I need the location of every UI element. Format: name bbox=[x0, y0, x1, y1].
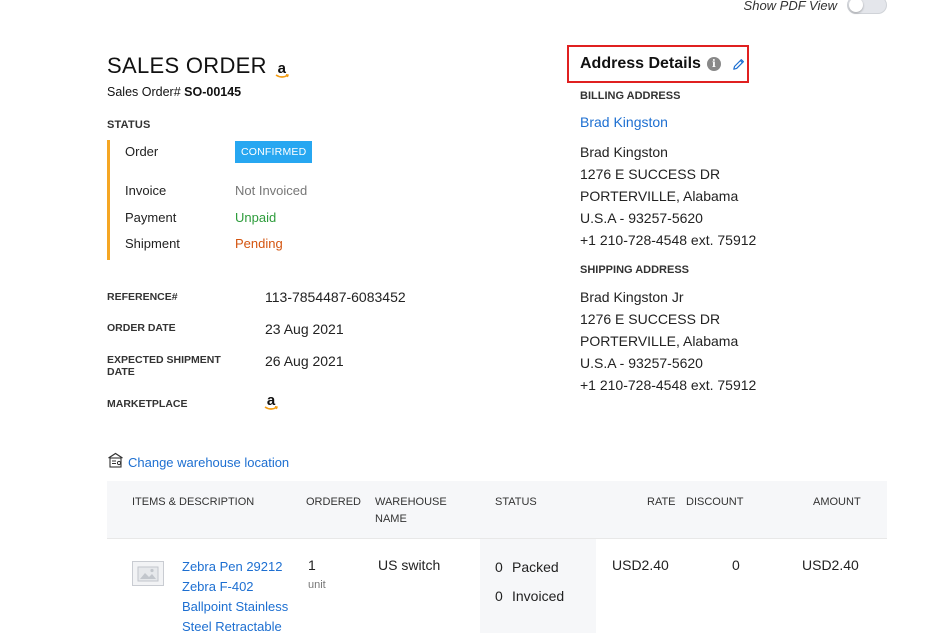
amount-value: USD2.40 bbox=[802, 557, 859, 573]
shipping-line: Brad Kingston Jr bbox=[580, 289, 684, 305]
status-order-label: Order bbox=[125, 144, 159, 159]
shipping-address-block: Brad Kingston Jr 1276 E SUCCESS DR PORTE… bbox=[580, 286, 756, 396]
packed-count: 0 bbox=[495, 559, 503, 575]
billing-address-label: BILLING ADDRESS bbox=[580, 90, 681, 102]
item-name-link[interactable]: Zebra Pen 29212 Zebra F-402 Ballpoint St… bbox=[182, 557, 288, 633]
table-header: ITEMS & DESCRIPTION ORDERED WAREHOUSE NA… bbox=[107, 481, 887, 539]
status-invoice-label: Invoice bbox=[125, 183, 167, 198]
shipment-status-value: Pending bbox=[235, 236, 283, 251]
marketplace-label: MARKETPLACE bbox=[107, 398, 188, 410]
billing-line: 1276 E SUCCESS DR bbox=[580, 166, 721, 182]
toggle-knob bbox=[849, 0, 863, 12]
pdf-view-label: Show PDF View bbox=[743, 0, 837, 13]
invoice-status-value: Not Invoiced bbox=[235, 183, 308, 198]
payment-status-value: Unpaid bbox=[235, 210, 277, 225]
shipping-line: PORTERVILLE, Alabama bbox=[580, 333, 739, 349]
invoiced-label: Invoiced bbox=[512, 588, 565, 604]
change-warehouse-text: Change warehouse location bbox=[128, 455, 290, 470]
warehouse-icon bbox=[107, 452, 124, 473]
marketplace-amazon-icon: a bbox=[264, 393, 278, 411]
ordered-qty: 1 bbox=[308, 557, 316, 573]
billing-line: +1 210-728-4548 ext. 75912 bbox=[580, 232, 757, 248]
page-title-row: SALES ORDER a bbox=[107, 53, 289, 79]
discount-value: 0 bbox=[732, 557, 740, 573]
ordered-unit: unit bbox=[308, 579, 326, 591]
table-row: Zebra Pen 29212 Zebra F-402 Ballpoint St… bbox=[107, 539, 887, 633]
status-payment-label: Payment bbox=[125, 210, 177, 225]
expected-shipment-label: EXPECTED SHIPMENT DATE bbox=[107, 354, 221, 378]
order-status-badge: CONFIRMED bbox=[235, 141, 313, 163]
col-status: STATUS bbox=[495, 496, 537, 508]
billing-line: PORTERVILLE, Alabama bbox=[580, 188, 739, 204]
rate-value: USD2.40 bbox=[612, 557, 669, 573]
col-warehouse-l2: NAME bbox=[375, 513, 407, 525]
page-title: SALES ORDER bbox=[107, 53, 267, 78]
billing-contact-link[interactable]: Brad Kingston bbox=[580, 114, 668, 130]
pdf-view-toggle-group: Show PDF View bbox=[744, 0, 887, 14]
reference-label: REFERENCE# bbox=[107, 291, 178, 303]
info-icon[interactable]: i bbox=[706, 57, 721, 71]
col-rate: RATE bbox=[647, 496, 676, 508]
invoiced-count: 0 bbox=[495, 588, 503, 604]
order-date-label: ORDER DATE bbox=[107, 322, 176, 334]
warehouse-name: US switch bbox=[378, 557, 441, 573]
shipping-line: 1276 E SUCCESS DR bbox=[580, 311, 721, 327]
billing-line: U.S.A - 93257-5620 bbox=[580, 210, 703, 226]
reference-value: 113-7854487-6083452 bbox=[265, 289, 406, 305]
col-items: ITEMS & DESCRIPTION bbox=[132, 496, 255, 508]
sales-order-number: Sales Order# SO-00145 bbox=[107, 85, 241, 99]
col-ordered: ORDERED bbox=[306, 496, 362, 508]
so-value: SO-00145 bbox=[184, 85, 242, 99]
edit-pencil-icon[interactable] bbox=[731, 57, 746, 72]
status-cell bbox=[480, 539, 596, 633]
col-warehouse: WAREHOUSE NAME bbox=[375, 494, 447, 528]
pdf-view-toggle[interactable] bbox=[847, 0, 887, 14]
change-warehouse-link[interactable]: Change warehouse location bbox=[107, 452, 289, 473]
shipping-line: +1 210-728-4548 ext. 75912 bbox=[580, 377, 757, 393]
billing-line: Brad Kingston bbox=[580, 144, 668, 160]
shipping-line: U.S.A - 93257-5620 bbox=[580, 355, 703, 371]
shipping-address-label: SHIPPING ADDRESS bbox=[580, 264, 690, 276]
status-heading: STATUS bbox=[107, 119, 151, 131]
billing-address-block: Brad Kingston 1276 E SUCCESS DR PORTERVI… bbox=[580, 141, 756, 251]
address-details-title: Address Details bbox=[580, 55, 701, 72]
order-date-value: 23 Aug 2021 bbox=[265, 321, 344, 337]
col-warehouse-l1: WAREHOUSE bbox=[375, 496, 447, 508]
address-details-header: Address Details i bbox=[567, 45, 749, 83]
col-amount: AMOUNT bbox=[813, 496, 861, 508]
item-line: Ballpoint Stainless bbox=[182, 599, 289, 614]
item-line: Steel Retractable bbox=[182, 619, 282, 633]
item-line: Zebra Pen 29212 bbox=[182, 559, 283, 574]
item-image-placeholder-icon bbox=[132, 561, 164, 586]
status-shipment-label: Shipment bbox=[125, 236, 180, 251]
expected-shipment-value: 26 Aug 2021 bbox=[265, 353, 344, 369]
items-table: ITEMS & DESCRIPTION ORDERED WAREHOUSE NA… bbox=[107, 481, 887, 633]
amazon-logo-icon: a bbox=[275, 61, 289, 79]
packed-label: Packed bbox=[512, 559, 559, 575]
so-label: Sales Order# bbox=[107, 85, 181, 99]
status-panel: Order CONFIRMED Invoice Not Invoiced Pay… bbox=[107, 140, 337, 260]
item-line: Zebra F-402 bbox=[182, 579, 254, 594]
col-discount: DISCOUNT bbox=[686, 496, 744, 508]
